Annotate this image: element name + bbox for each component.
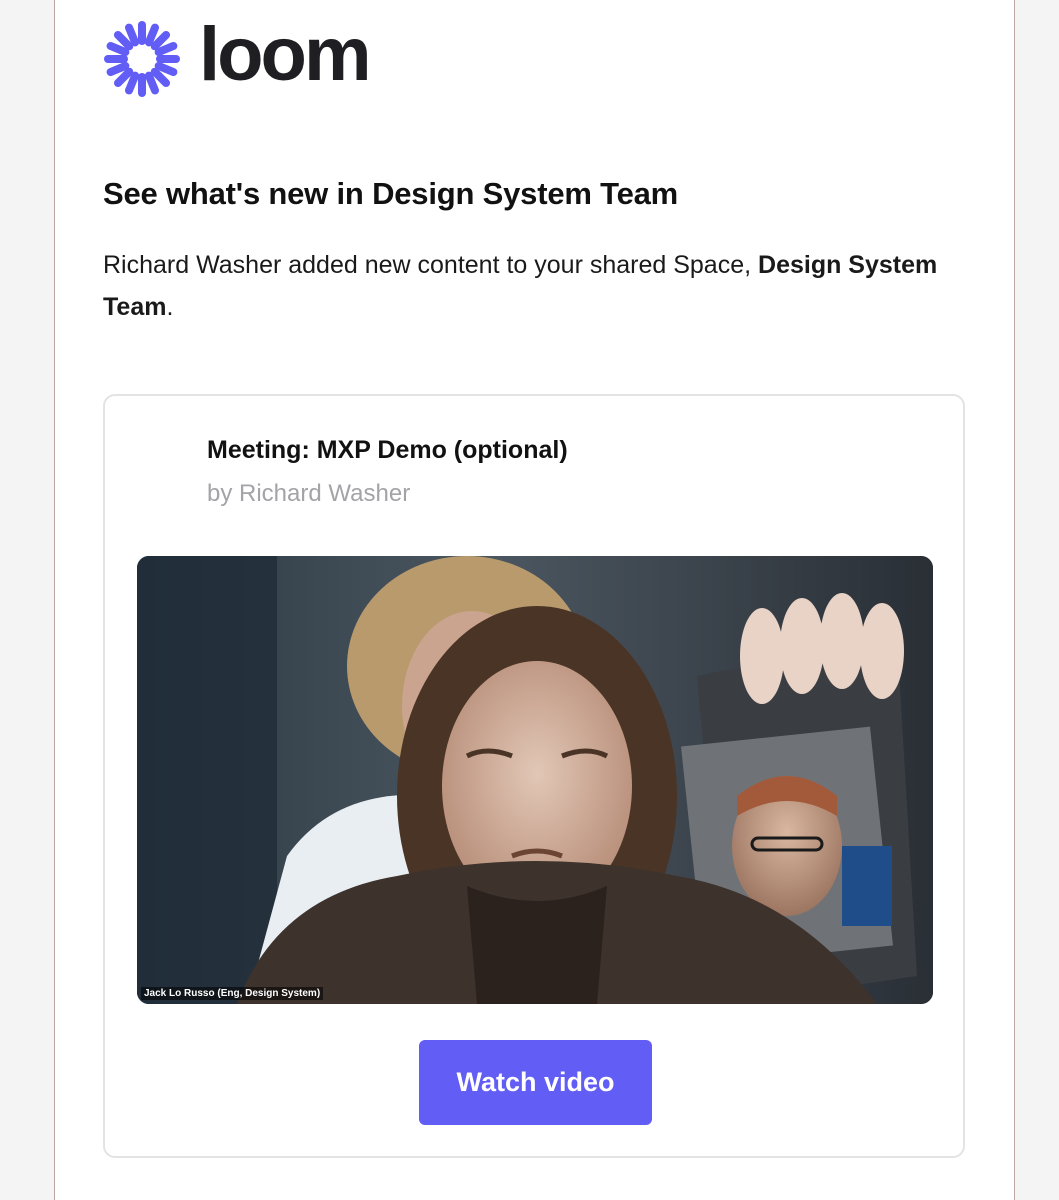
- loom-starburst-icon: [104, 21, 180, 97]
- video-title[interactable]: Meeting: MXP Demo (optional): [207, 436, 568, 465]
- video-thumbnail[interactable]: Jack Lo Russo (Eng, Design System): [137, 556, 933, 1004]
- email-body: loom See what's new in Design System Tea…: [54, 0, 1015, 1200]
- email-headline: See what's new in Design System Team: [103, 176, 679, 211]
- intro-period: .: [166, 293, 174, 321]
- video-author: by Richard Washer: [207, 480, 411, 507]
- email-intro: Richard Washer added new content to your…: [103, 244, 983, 328]
- video-frame-image: [137, 556, 933, 1004]
- video-participant-caption: Jack Lo Russo (Eng, Design System): [141, 987, 324, 1000]
- video-card: Meeting: MXP Demo (optional) by Richard …: [103, 394, 965, 1158]
- watch-video-button[interactable]: Watch video: [419, 1040, 652, 1125]
- loom-logo[interactable]: loom: [103, 12, 372, 98]
- loom-wordmark: loom: [199, 12, 372, 97]
- intro-text: Richard Washer added new content to your…: [103, 251, 759, 279]
